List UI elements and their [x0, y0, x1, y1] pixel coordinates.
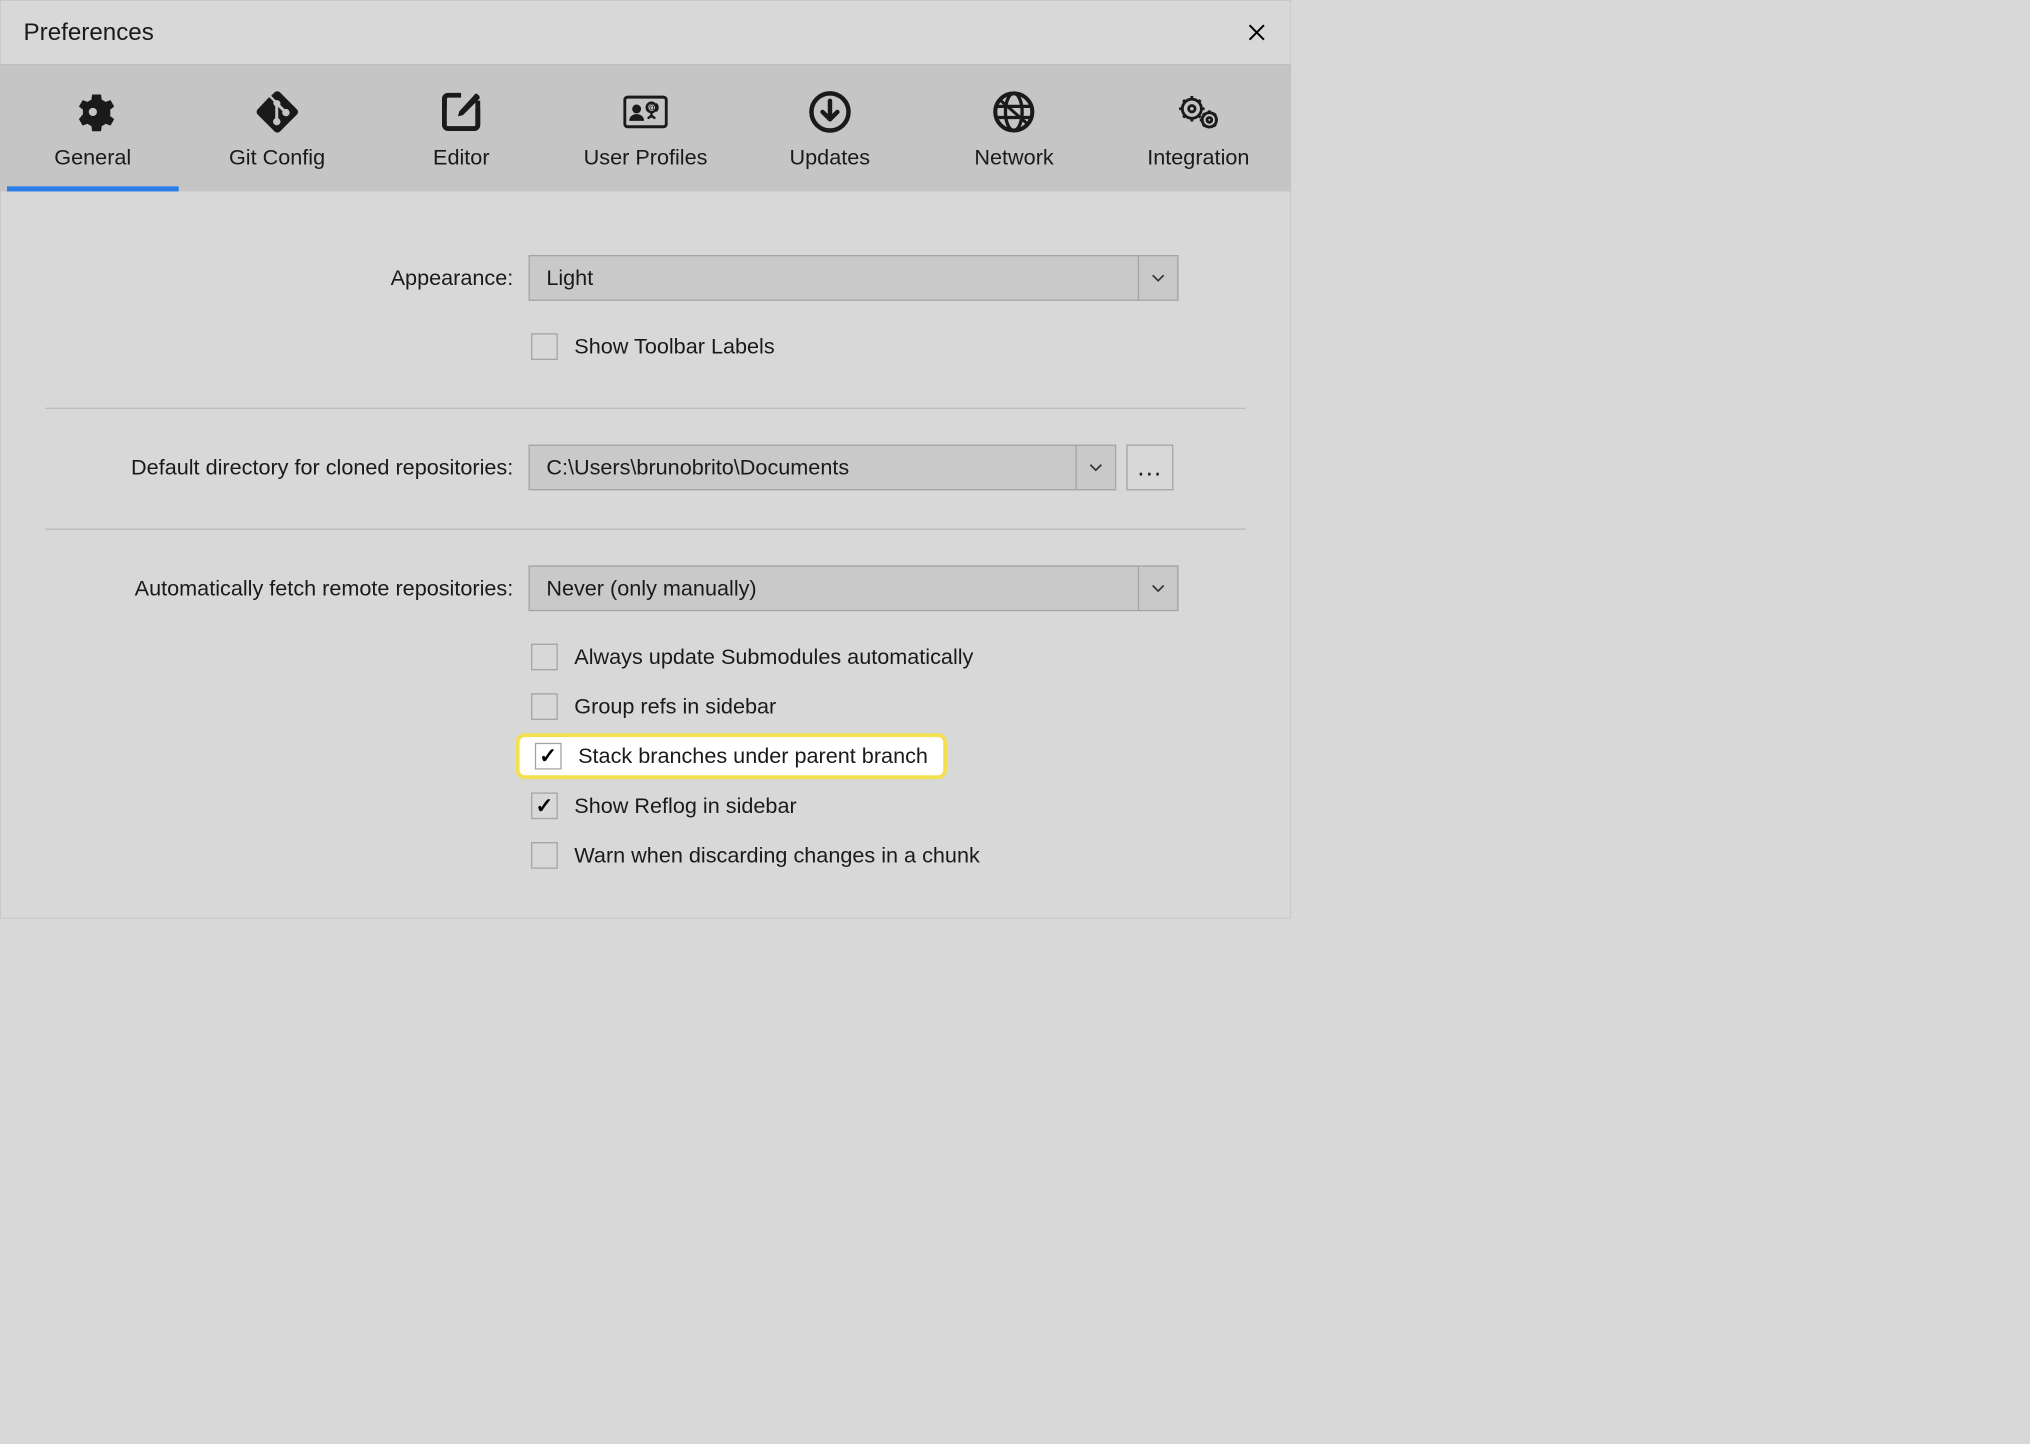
browse-button[interactable]: ...: [1126, 445, 1173, 491]
tab-label: Git Config: [229, 146, 325, 171]
section-divider: [45, 529, 1246, 530]
tab-network[interactable]: Network: [922, 65, 1106, 192]
chevron-down-icon: [1075, 446, 1114, 489]
appearance-label: Appearance:: [45, 266, 528, 291]
appearance-value: Light: [546, 266, 593, 291]
checkbox-icon: [531, 792, 558, 819]
checkbox-label: Show Reflog in sidebar: [574, 793, 796, 818]
tab-label: General: [54, 146, 131, 171]
group-refs-checkbox[interactable]: Group refs in sidebar: [522, 684, 785, 730]
show-reflog-checkbox[interactable]: Show Reflog in sidebar: [522, 783, 805, 829]
tab-label: Updates: [790, 146, 871, 171]
chevron-down-icon: [1138, 567, 1177, 610]
appearance-select[interactable]: Light: [529, 255, 1179, 301]
clone-dir-value: C:\Users\brunobrito\Documents: [546, 455, 849, 480]
checkbox-label: Warn when discarding changes in a chunk: [574, 843, 979, 868]
preferences-window: Preferences General Git Config: [0, 0, 1291, 918]
checkbox-icon: [531, 842, 558, 869]
section-divider: [45, 408, 1246, 409]
show-toolbar-labels-checkbox[interactable]: Show Toolbar Labels: [522, 324, 783, 370]
globe-icon: [992, 90, 1037, 135]
stack-branches-checkbox[interactable]: Stack branches under parent branch: [516, 733, 947, 779]
checkbox-icon: [531, 333, 558, 360]
gear-icon: [71, 90, 116, 135]
tab-bar: General Git Config Editor: [1, 64, 1291, 191]
git-icon: [255, 90, 300, 135]
general-pane: Appearance: Light Show Toolbar Labels: [1, 191, 1291, 878]
titlebar: Preferences: [1, 1, 1291, 65]
edit-icon: [439, 90, 484, 135]
checkbox-icon: [535, 743, 562, 770]
checkbox-label: Group refs in sidebar: [574, 694, 776, 719]
gears-icon: [1176, 90, 1221, 135]
tab-label: Integration: [1147, 146, 1249, 171]
tab-user-profiles[interactable]: @ User Profiles: [553, 65, 737, 192]
user-profile-icon: @: [623, 90, 668, 135]
checkbox-icon: [531, 644, 558, 671]
close-button[interactable]: [1242, 18, 1271, 47]
tab-general[interactable]: General: [1, 65, 185, 192]
tab-label: Network: [974, 146, 1053, 171]
always-update-submodules-checkbox[interactable]: Always update Submodules automatically: [522, 634, 982, 680]
tab-label: Editor: [433, 146, 489, 171]
svg-text:@: @: [648, 103, 657, 113]
chevron-down-icon: [1138, 256, 1177, 299]
fetch-value: Never (only manually): [546, 576, 756, 601]
window-title: Preferences: [24, 19, 154, 46]
warn-discard-checkbox[interactable]: Warn when discarding changes in a chunk: [522, 833, 989, 879]
checkbox-label: Always update Submodules automatically: [574, 645, 973, 670]
checkbox-icon: [531, 693, 558, 720]
tab-git-config[interactable]: Git Config: [185, 65, 369, 192]
tab-integration[interactable]: Integration: [1106, 65, 1290, 192]
clone-dir-label: Default directory for cloned repositorie…: [45, 455, 528, 480]
checkbox-label: Stack branches under parent branch: [578, 744, 928, 769]
clone-dir-select[interactable]: C:\Users\brunobrito\Documents: [529, 445, 1117, 491]
fetch-label: Automatically fetch remote repositories:: [45, 576, 528, 601]
checkbox-label: Show Toolbar Labels: [574, 334, 774, 359]
tab-editor[interactable]: Editor: [369, 65, 553, 192]
close-icon: [1246, 22, 1268, 44]
fetch-select[interactable]: Never (only manually): [529, 565, 1179, 611]
download-icon: [808, 90, 853, 135]
tab-label: User Profiles: [584, 146, 708, 171]
browse-label: ...: [1137, 453, 1162, 482]
tab-updates[interactable]: Updates: [738, 65, 922, 192]
